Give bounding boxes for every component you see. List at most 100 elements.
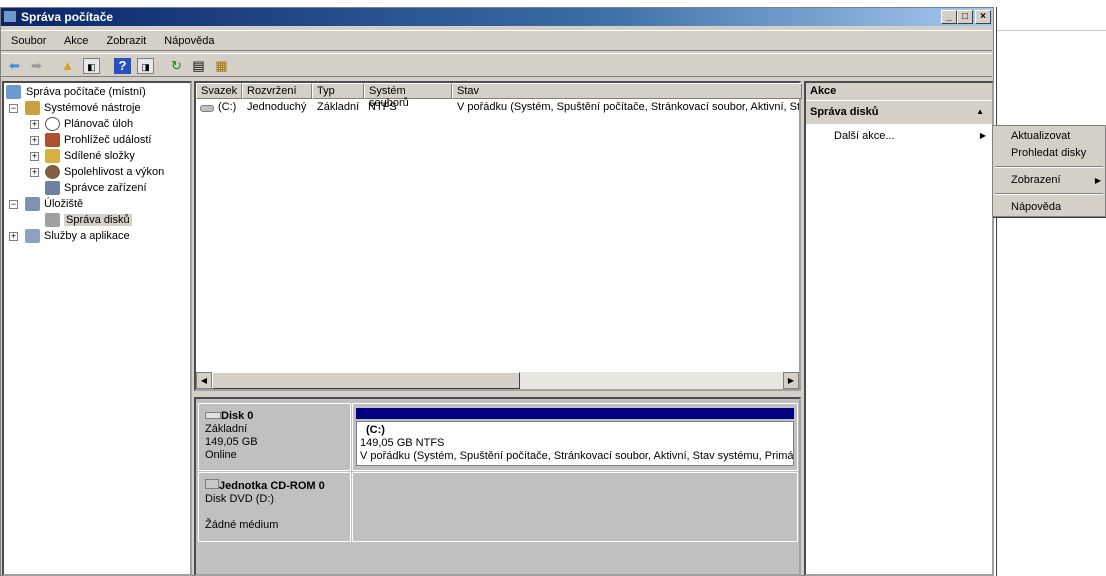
tree-label: Systémové nástroje [44,102,141,114]
tree-item-event-viewer[interactable]: + Prohlížeč událostí [4,132,190,148]
right-background-window [996,7,1106,576]
performance-icon [45,165,60,179]
clock-icon [45,117,60,131]
computer-management-icon [3,10,17,23]
disk-0-info[interactable]: Disk 0 Základní 149,05 GB Online [198,403,351,471]
forward-icon[interactable]: ➡ [28,58,45,74]
disk-name: Disk 0 [221,410,254,422]
scroll-thumb[interactable] [212,372,520,389]
partition-c[interactable]: (C:) 149,05 GB NTFS V pořádku (Systém, S… [352,403,798,471]
tree-label: Služby a aplikace [44,230,130,242]
scroll-left-button[interactable]: ◀ [196,372,212,389]
hard-disk-icon [205,412,221,419]
tools-icon [25,101,40,115]
cdrom-area[interactable] [352,472,798,542]
tree-item-disk-management[interactable]: Správa disků [4,212,190,228]
expand-icon[interactable]: + [30,120,39,129]
menu-separator [995,193,1103,195]
refresh-icon[interactable]: ↻ [168,58,185,74]
console-tree: Správa počítače (místní) − Systémové nást… [2,81,192,576]
table-row[interactable]: (C:) Jednoduchý Základní NTFS V pořádku … [196,101,799,117]
tree-label: Úložiště [44,198,84,210]
rescan-icon[interactable]: ▦ [213,58,230,74]
disk-state: Žádné médium [205,519,279,531]
partition-bar [356,408,794,419]
column-header-layout[interactable]: Rozvržení [242,83,312,99]
show-hide-tree-icon[interactable]: ◧ [83,58,100,74]
tree-item-reliability[interactable]: + Spolehlivost a výkon [4,164,190,180]
actions-section-disk-management[interactable]: Správa disků ▲ [806,101,992,125]
title-bar[interactable]: Správa počítače [1,8,992,26]
column-header-filesystem[interactable]: Systém souborů [364,83,452,109]
minimize-button[interactable]: _ [941,10,957,24]
tree-label: Prohlížeč událostí [64,134,152,146]
context-menu: Aktualizovat Prohledat disky Zobrazení ▶ … [992,125,1106,217]
tree-label: Správce zařízení [64,182,147,194]
column-header-status[interactable]: Stav [452,83,802,99]
back-icon[interactable]: ⬅ [6,58,23,74]
actions-header: Akce [806,83,992,101]
disk-state: Online [205,449,237,461]
disk-size: 149,05 GB [205,436,258,448]
menu-view[interactable]: Zobrazit [106,35,146,47]
expand-icon[interactable]: + [30,136,39,145]
drive-icon [200,105,214,112]
menu-separator [995,166,1103,168]
disk-type: Základní [205,423,248,435]
event-viewer-icon [45,133,60,147]
menu-file[interactable]: Soubor [11,35,46,47]
disk-icon [45,213,60,227]
tree-item-device-manager[interactable]: Správce zařízení [4,180,190,196]
menu-action[interactable]: Akce [64,35,88,47]
tree-label: Plánovač úloh [64,118,134,130]
tree-item-system-tools[interactable]: − Systémové nástroje [4,100,190,116]
cdrom-0-info[interactable]: Jednotka CD-ROM 0 Disk DVD (D:) Žádné mé… [198,472,351,542]
expand-icon[interactable]: + [30,152,39,161]
cell-type: Základní [317,101,360,113]
column-header-type[interactable]: Typ [312,83,364,99]
column-header-volume[interactable]: Svazek [196,83,242,99]
menu-item-rescan-disks[interactable]: Prohledat disky [993,145,1105,162]
storage-icon [25,197,40,211]
tree-label: Sdílené složky [64,150,135,162]
horizontal-scrollbar[interactable]: ◀ ▶ [196,372,799,389]
volume-list: Svazek Rozvržení Typ Systém souborů Stav… [194,81,802,391]
cell-layout: Jednoduchý [247,101,307,113]
menu-help[interactable]: Nápověda [164,35,214,47]
section-title: Správa disků [810,106,879,118]
scroll-right-button[interactable]: ▶ [783,372,799,389]
tree-item-storage[interactable]: − Úložiště [4,196,190,212]
disk-name: Jednotka CD-ROM 0 [219,480,325,492]
expand-icon[interactable]: + [9,232,18,241]
shared-folder-icon [45,149,60,163]
submenu-arrow-icon: ▶ [979,131,986,140]
menu-item-help[interactable]: Nápověda [993,199,1105,216]
show-hide-action-pane-icon[interactable]: ◨ [137,58,154,74]
up-folder-icon[interactable]: ▲ [59,58,76,74]
collapse-arrow-icon[interactable]: ▲ [976,107,984,116]
expand-icon[interactable]: + [30,168,39,177]
tree-label: Správa disků [64,214,132,226]
more-actions-label: Další akce... [834,130,895,142]
maximize-button[interactable]: □ [957,10,973,24]
collapse-icon[interactable]: − [9,104,18,113]
partition-size: 149,05 GB NTFS [360,437,445,449]
more-actions-item[interactable]: Další akce... ▶ [806,125,992,145]
tree-item-services[interactable]: + Služby a aplikace [4,228,190,244]
toolbar: ⬅ ➡ ▲ ◧ ? ◨ ↻ ▤ ▦ [1,53,992,77]
tree-item-task-scheduler[interactable]: + Plánovač úloh [4,116,190,132]
tree-item-shared-folders[interactable]: + Sdílené složky [4,148,190,164]
collapse-icon[interactable]: − [9,200,18,209]
cdrom-icon [205,479,219,489]
submenu-arrow-icon: ▶ [1094,176,1101,185]
menu-item-refresh[interactable]: Aktualizovat [993,128,1105,145]
cell-filesystem: NTFS [368,101,397,113]
partition-label: (C:) [366,424,385,436]
properties-icon[interactable]: ▤ [190,58,207,74]
close-button[interactable]: × [975,10,991,24]
menu-item-view[interactable]: Zobrazení ▶ [993,172,1105,189]
cell-volume: (C:) [218,101,237,113]
tree-label: Správa počítače (místní) [26,86,146,98]
help-icon[interactable]: ? [114,58,131,74]
tree-item-computer-management[interactable]: Správa počítače (místní) [4,84,190,100]
